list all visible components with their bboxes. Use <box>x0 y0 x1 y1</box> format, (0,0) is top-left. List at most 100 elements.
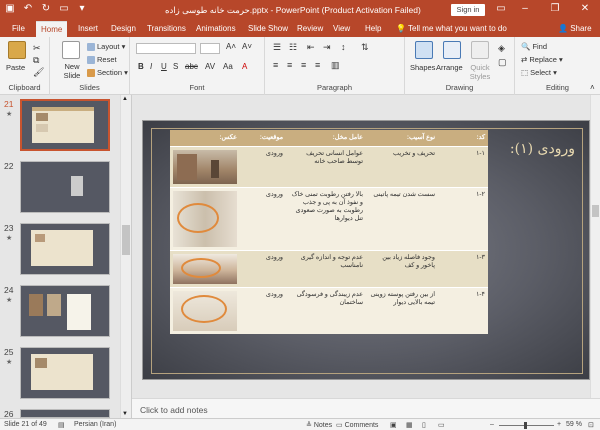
strikethrough-icon[interactable]: abc <box>185 62 198 71</box>
bold-icon[interactable]: B <box>138 62 144 71</box>
maximize-button[interactable]: ❐ <box>547 3 563 14</box>
shadow-icon[interactable]: S <box>173 62 178 71</box>
spell-check-icon[interactable]: ▤ <box>58 421 65 429</box>
tab-help[interactable]: Help <box>365 24 381 33</box>
redo-icon[interactable]: ↻ <box>40 3 52 14</box>
cell-agent[interactable]: عدم زیبندگی و فرسودگی ساختمان <box>286 286 366 334</box>
cell-agent[interactable]: بالا رفتن رطوبت تمنی خاک و نفوذ آن به پی… <box>286 186 366 250</box>
slide-sorter-icon[interactable]: ▦ <box>406 421 413 429</box>
underline-icon[interactable]: U <box>161 62 167 71</box>
collapse-ribbon-icon[interactable]: ˄ <box>590 83 595 92</box>
slide-table[interactable]: کد: نوع آسیب: عامل مخل: موقعیت: عکس: ۱-۱… <box>170 130 488 334</box>
fit-to-window-icon[interactable]: ⊡ <box>588 421 594 429</box>
slide-thumbnail-21[interactable] <box>20 99 110 151</box>
replace-button[interactable]: ⇄ Replace ▾ <box>521 55 563 64</box>
tab-design[interactable]: Design <box>111 24 136 33</box>
slide-thumbnail-25[interactable] <box>20 347 110 399</box>
layout-button[interactable]: Layout ▾ <box>87 42 125 52</box>
shapes-icon[interactable] <box>415 41 433 59</box>
grow-font-icon[interactable]: A˄ <box>226 42 236 51</box>
shape-fill-icon[interactable]: ◈ <box>498 43 505 54</box>
cell-code[interactable]: ۱-۴ <box>438 286 488 334</box>
font-color-icon[interactable]: A <box>242 62 247 71</box>
copy-icon[interactable]: ⧉ <box>33 55 39 66</box>
tab-transitions[interactable]: Transitions <box>147 24 186 33</box>
format-painter-icon[interactable]: 🖌 <box>33 67 44 78</box>
cell-damage[interactable]: تحریف و تخریب <box>366 145 438 187</box>
notes-pane[interactable]: Click to add notes <box>132 398 600 418</box>
text-direction-icon[interactable]: ⇅ <box>361 42 369 53</box>
tab-slide-show[interactable]: Slide Show <box>248 24 288 33</box>
cell-location[interactable]: ورودی <box>240 145 286 187</box>
scrollbar-thumb[interactable] <box>122 225 130 255</box>
minimize-button[interactable]: – <box>517 3 533 14</box>
slide-scrollbar-thumb[interactable] <box>592 205 599 217</box>
sign-in-button[interactable]: Sign in <box>451 4 485 16</box>
scroll-up-icon[interactable]: ▲ <box>122 96 128 102</box>
cell-agent[interactable]: عدم توجه و اندازه گیری نامناسب <box>286 249 366 287</box>
slide-thumbnail-26[interactable] <box>20 409 110 418</box>
notes-toggle[interactable]: ≜ Notes <box>306 421 332 429</box>
cell-photo[interactable] <box>170 249 240 287</box>
quick-styles-button[interactable]: Quick Styles <box>467 63 493 81</box>
new-slide-button[interactable]: New Slide <box>60 62 84 80</box>
cell-photo[interactable] <box>170 186 240 250</box>
new-slide-icon[interactable] <box>62 41 80 59</box>
cut-icon[interactable]: ✂ <box>33 43 41 54</box>
paste-button[interactable]: Paste <box>6 63 25 72</box>
italic-icon[interactable]: I <box>150 62 152 71</box>
zoom-in-button[interactable]: + <box>557 421 561 428</box>
justify-icon[interactable]: ≡ <box>315 60 320 70</box>
start-presentation-icon[interactable]: ▭ <box>58 3 70 14</box>
cell-damage[interactable]: از بین رفتن پوسته زوینی تیمه بالایی دیوا… <box>366 286 438 334</box>
tell-me-search[interactable]: 💡 Tell me what you want to do <box>396 24 507 33</box>
section-button[interactable]: Section ▾ <box>87 68 128 78</box>
cell-agent[interactable]: عوامل انسانی تحریف توسط صاحب خانه <box>286 145 366 187</box>
bullets-icon[interactable]: ☰ <box>273 42 281 53</box>
line-spacing-icon[interactable]: ↕ <box>341 42 346 52</box>
arrange-button[interactable]: Arrange <box>436 63 463 72</box>
undo-icon[interactable]: ↶ <box>22 3 34 14</box>
cell-damage[interactable]: سست شدن تیمه پاتینی <box>366 186 438 250</box>
thumbnail-scrollbar[interactable]: ▲ ▼ <box>120 95 131 418</box>
comments-toggle[interactable]: ▭ Comments <box>336 421 378 429</box>
shrink-font-icon[interactable]: A˅ <box>242 42 252 51</box>
cell-location[interactable]: ورودی <box>240 286 286 334</box>
arrange-icon[interactable] <box>443 41 461 59</box>
numbering-icon[interactable]: ☷ <box>289 42 297 53</box>
slide-thumbnail-24[interactable] <box>20 285 110 337</box>
increase-indent-icon[interactable]: ⇥ <box>323 42 331 53</box>
quick-styles-icon[interactable] <box>471 41 489 59</box>
slide-scrollbar[interactable] <box>590 95 600 398</box>
tab-view[interactable]: View <box>333 24 350 33</box>
reset-button[interactable]: Reset <box>87 55 117 65</box>
share-button[interactable]: 👤 Share <box>558 24 592 33</box>
normal-view-icon[interactable]: ▣ <box>390 421 397 429</box>
shape-outline-icon[interactable]: ▢ <box>498 57 507 68</box>
zoom-level[interactable]: 59 % <box>566 421 582 428</box>
tab-file[interactable]: File <box>12 24 25 33</box>
cell-photo[interactable] <box>170 145 240 187</box>
language-indicator[interactable]: Persian (Iran) <box>74 421 116 428</box>
cell-code[interactable]: ۱-۲ <box>438 186 488 250</box>
decrease-indent-icon[interactable]: ⇤ <box>307 42 315 53</box>
save-icon[interactable]: ▣ <box>4 3 16 14</box>
customize-qat-icon[interactable]: ▾ <box>76 3 88 14</box>
reading-view-icon[interactable]: ▯ <box>422 421 426 429</box>
cell-code[interactable]: ۱-۱ <box>438 145 488 187</box>
paste-icon[interactable] <box>8 41 26 59</box>
zoom-out-button[interactable]: – <box>490 421 494 428</box>
slide-thumbnail-23[interactable] <box>20 223 110 275</box>
font-size-box[interactable] <box>200 43 220 54</box>
cell-location[interactable]: ورودی <box>240 186 286 250</box>
current-slide[interactable]: ورودی (۱): کد: نوع آسیب: عامل مخل: موقعی… <box>142 120 590 380</box>
align-right-icon[interactable]: ≡ <box>301 60 306 70</box>
scroll-down-icon[interactable]: ▼ <box>122 411 128 417</box>
cell-damage[interactable]: وجود فاصله زیاد بین پاخور و کف <box>366 249 438 287</box>
shapes-button[interactable]: Shapes <box>410 63 435 72</box>
tab-home[interactable]: Home <box>36 21 68 37</box>
select-button[interactable]: ⬚ Select ▾ <box>521 68 557 77</box>
align-left-icon[interactable]: ≡ <box>273 60 278 70</box>
char-spacing-icon[interactable]: AV <box>205 62 215 71</box>
tab-insert[interactable]: Insert <box>78 24 98 33</box>
